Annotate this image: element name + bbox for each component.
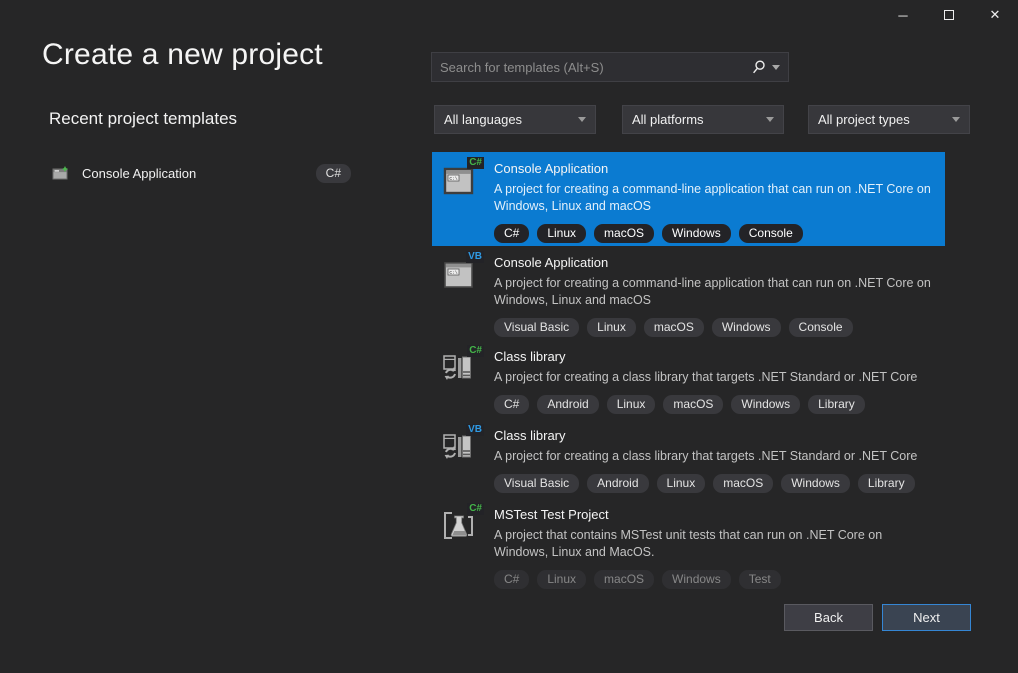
svg-text:C:\: C:\ (449, 270, 458, 276)
maximize-button[interactable] (926, 0, 972, 30)
console-csharp-icon: C:\ C# (442, 160, 482, 198)
csharp-badge: C# (467, 157, 484, 169)
chevron-down-icon (578, 117, 586, 122)
tag: Android (587, 474, 648, 493)
console-app-small-icon (52, 165, 70, 181)
vb-badge: VB (466, 251, 484, 263)
tag: Linux (657, 474, 706, 493)
back-button[interactable]: Back (784, 604, 873, 631)
recent-template-item[interactable]: Console Application C# (42, 158, 355, 188)
template-description: A project for creating a class library t… (494, 369, 935, 386)
tag: Library (858, 474, 915, 493)
tag: C# (494, 395, 529, 414)
template-item-mstest[interactable]: C# MSTest Test Project A project that co… (432, 498, 945, 586)
tag: C# (494, 224, 529, 243)
search-box[interactable] (431, 52, 789, 82)
tag: Linux (537, 224, 586, 243)
tag: Windows (781, 474, 850, 493)
template-title: MSTest Test Project (494, 507, 935, 522)
template-description: A project for creating a command-line ap… (494, 181, 935, 215)
tag: macOS (594, 570, 654, 589)
recent-template-title: Console Application (82, 166, 316, 181)
template-tags: C# Linux macOS Windows Test (494, 570, 935, 589)
class-library-csharp-icon: C# (442, 348, 482, 386)
page-title: Create a new project (42, 38, 323, 72)
template-item-classlib-vb[interactable]: VB Class library A project for creating … (432, 419, 945, 498)
tag: Windows (731, 395, 800, 414)
template-tags: C# Android Linux macOS Windows Library (494, 395, 935, 414)
template-description: A project for creating a class library t… (494, 448, 935, 465)
platform-filter-dropdown[interactable]: All platforms (622, 105, 784, 134)
template-title: Class library (494, 428, 935, 443)
vb-badge: VB (466, 424, 484, 436)
tag: Linux (537, 570, 586, 589)
next-button[interactable]: Next (882, 604, 971, 631)
tag: Linux (587, 318, 636, 337)
tag: Linux (607, 395, 656, 414)
template-title: Console Application (494, 255, 935, 270)
tag: Windows (662, 224, 731, 243)
tag: Console (739, 224, 803, 243)
window-controls: ─ ✕ (880, 0, 1018, 30)
tag: macOS (594, 224, 654, 243)
maximize-icon (944, 10, 954, 20)
tag: Library (808, 395, 865, 414)
svg-text:C:\: C:\ (449, 176, 458, 182)
chevron-down-icon (766, 117, 774, 122)
tag: Windows (712, 318, 781, 337)
mstest-csharp-icon: C# (442, 506, 482, 544)
template-description: A project that contains MSTest unit test… (494, 527, 935, 561)
project-type-filter-value: All project types (818, 112, 910, 127)
search-dropdown-caret-icon[interactable] (772, 65, 780, 70)
template-tags: C# Linux macOS Windows Console (494, 224, 935, 243)
language-filter-value: All languages (444, 112, 522, 127)
language-filter-dropdown[interactable]: All languages (434, 105, 596, 134)
tag: macOS (663, 395, 723, 414)
tag: macOS (713, 474, 773, 493)
tag: macOS (644, 318, 704, 337)
template-title: Class library (494, 349, 935, 364)
tag: Test (739, 570, 781, 589)
class-library-vb-icon: VB (442, 427, 482, 465)
close-button[interactable]: ✕ (972, 0, 1018, 30)
minimize-button[interactable]: ─ (880, 0, 926, 30)
template-title: Console Application (494, 161, 935, 176)
project-type-filter-dropdown[interactable]: All project types (808, 105, 970, 134)
tag: Windows (662, 570, 731, 589)
tag: Visual Basic (494, 318, 579, 337)
csharp-badge: C# (467, 503, 484, 515)
tag: Console (789, 318, 853, 337)
tag: C# (494, 570, 529, 589)
search-input[interactable] (432, 60, 746, 75)
recent-template-language-badge: C# (316, 164, 351, 183)
template-item-console-csharp[interactable]: C:\ C# Console Application A project for… (432, 152, 945, 246)
csharp-badge: C# (467, 345, 484, 357)
template-item-classlib-csharp[interactable]: C# Class library A project for creating … (432, 340, 945, 419)
tag: Android (537, 395, 598, 414)
template-tags: Visual Basic Linux macOS Windows Console (494, 318, 935, 337)
search-icon[interactable] (750, 59, 767, 76)
console-vb-icon: C:\ VB (442, 254, 482, 292)
recent-templates-heading: Recent project templates (49, 109, 237, 129)
template-description: A project for creating a command-line ap… (494, 275, 935, 309)
tag: Visual Basic (494, 474, 579, 493)
template-item-console-vb[interactable]: C:\ VB Console Application A project for… (432, 246, 945, 340)
platform-filter-value: All platforms (632, 112, 704, 127)
chevron-down-icon (952, 117, 960, 122)
template-tags: Visual Basic Android Linux macOS Windows… (494, 474, 935, 493)
